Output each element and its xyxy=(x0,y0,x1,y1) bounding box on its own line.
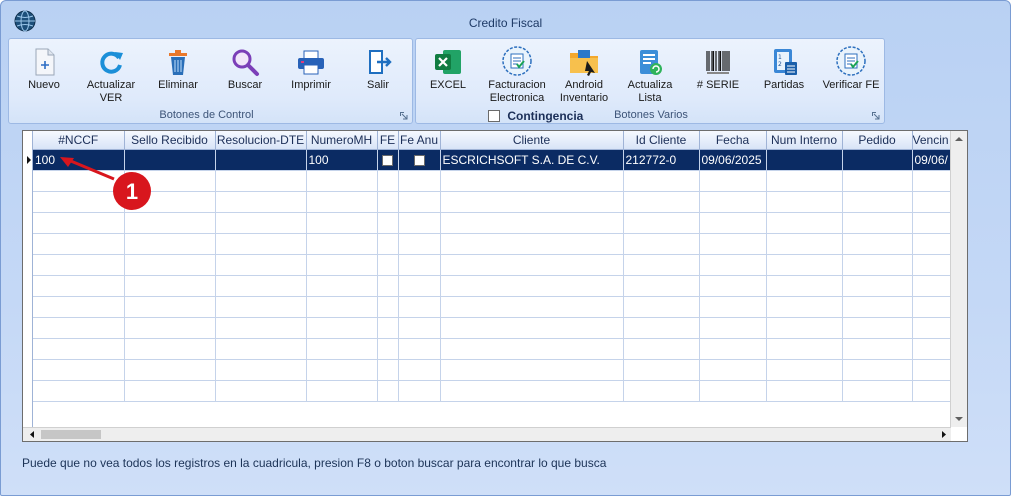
contingencia-checkbox-box[interactable] xyxy=(488,109,500,122)
fe-anu-checkbox[interactable] xyxy=(413,154,425,166)
table-row-empty[interactable] xyxy=(33,254,951,276)
col-header-id-cliente[interactable]: Id Cliente xyxy=(623,131,700,150)
verificar-fe-button[interactable]: Verificar FE xyxy=(818,45,884,92)
excel-icon xyxy=(435,50,461,74)
electronic-verify-badge-icon xyxy=(836,46,866,76)
col-header-nccf[interactable]: #NCCF xyxy=(33,131,125,150)
actualiza-lista-button[interactable]: Actualiza Lista xyxy=(622,47,678,105)
android-inventario-label: Android Inventario xyxy=(559,79,609,104)
table-row-empty[interactable] xyxy=(33,338,951,360)
actualiza-lista-label: Actualiza Lista xyxy=(627,79,673,104)
contingencia-label: Contingencia xyxy=(507,108,584,123)
svg-text:1: 1 xyxy=(778,54,782,61)
ledger-calculator-icon: 1 2 xyxy=(774,49,797,75)
grid-header-row: #NCCF Sello Recibido Resolucion-DTE Nume… xyxy=(33,131,951,150)
actualizar-button[interactable]: Actualizar VER xyxy=(81,47,141,105)
title-bar: Credito Fiscal xyxy=(1,1,1010,33)
trash-icon xyxy=(169,50,187,75)
col-header-cliente[interactable]: Cliente xyxy=(440,131,624,150)
printer-icon xyxy=(298,50,324,75)
salir-label: Salir xyxy=(366,79,389,91)
cell-resolucion-dte[interactable] xyxy=(215,149,307,171)
cell-num-interno[interactable] xyxy=(766,149,843,171)
barcode-icon xyxy=(706,51,730,74)
row-selector-column[interactable] xyxy=(23,131,33,429)
scroll-up-arrow-icon[interactable] xyxy=(951,131,967,147)
facturacion-button[interactable]: Facturacion Electronica xyxy=(484,45,550,105)
list-refresh-icon xyxy=(640,50,662,75)
control-buttons-group: Nuevo Actualizar VER Eliminar Buscar Imp… xyxy=(8,38,413,124)
cell-cliente[interactable]: ESCRICHSOFT S.A. DE C.V. xyxy=(440,149,624,171)
horizontal-scrollbar[interactable] xyxy=(23,427,951,441)
facturacion-label: Facturacion Electronica xyxy=(488,79,546,104)
imprimir-button[interactable]: Imprimir xyxy=(285,47,337,92)
col-header-numeromh[interactable]: NumeroMH xyxy=(306,131,378,150)
col-header-fecha[interactable]: Fecha xyxy=(699,131,767,150)
verificar-fe-label: Verificar FE xyxy=(822,79,880,91)
group-launcher-icon[interactable] xyxy=(872,112,880,120)
eliminar-button[interactable]: Eliminar xyxy=(153,47,203,92)
misc-buttons-group: EXCEL Facturacion Electronica Android In… xyxy=(415,38,885,124)
cell-fe[interactable] xyxy=(377,149,399,171)
col-header-fe-anu[interactable]: Fe Anu xyxy=(398,131,441,150)
vertical-scrollbar[interactable] xyxy=(950,131,967,427)
new-document-icon xyxy=(35,48,55,76)
nuevo-button[interactable]: Nuevo xyxy=(19,47,69,92)
window-title: Credito Fiscal xyxy=(468,16,543,30)
col-header-pedido[interactable]: Pedido xyxy=(842,131,913,150)
partidas-button[interactable]: 1 2 Partidas xyxy=(756,47,812,92)
electronic-invoice-badge-icon xyxy=(502,46,532,76)
fe-checkbox[interactable] xyxy=(382,154,393,166)
callout-number: 1 xyxy=(126,179,138,204)
partidas-label: Partidas xyxy=(763,79,805,91)
table-row-empty[interactable] xyxy=(33,296,951,318)
status-hint: Puede que no vea todos los registros en … xyxy=(22,456,607,470)
col-header-resolucion-dte[interactable]: Resolucion-DTE xyxy=(215,131,307,150)
nuevo-label: Nuevo xyxy=(28,79,60,91)
horizontal-scroll-thumb[interactable] xyxy=(41,430,101,439)
scroll-left-arrow-icon[interactable] xyxy=(25,428,39,441)
col-header-vencimiento[interactable]: Vencin xyxy=(912,131,951,150)
serie-label: # SERIE xyxy=(696,79,740,91)
serie-button[interactable]: # SERIE xyxy=(690,47,746,92)
android-inventario-button[interactable]: Android Inventario xyxy=(556,47,612,105)
col-header-fe[interactable]: FE xyxy=(377,131,399,150)
eliminar-label: Eliminar xyxy=(158,79,198,91)
folder-arrow-icon xyxy=(570,50,598,76)
scroll-down-arrow-icon[interactable] xyxy=(951,411,967,427)
exit-door-icon xyxy=(369,50,392,74)
control-group-label: Botones de Control xyxy=(159,109,254,121)
buscar-button[interactable]: Buscar xyxy=(219,47,271,92)
table-row-empty[interactable] xyxy=(33,359,951,381)
cell-fecha[interactable]: 09/06/2025 xyxy=(699,149,767,171)
credito-fiscal-window: Credito Fiscal Nuevo Actualizar VER Elim… xyxy=(0,0,1011,496)
group-launcher-icon[interactable] xyxy=(400,112,408,120)
scroll-right-arrow-icon[interactable] xyxy=(937,428,951,441)
excel-button[interactable]: EXCEL xyxy=(422,47,474,92)
cell-vencimiento[interactable]: 09/06/ xyxy=(912,149,951,171)
imprimir-label: Imprimir xyxy=(291,79,331,91)
misc-group-label: Botones Varios xyxy=(614,109,688,121)
cell-id-cliente[interactable]: 212772-0 xyxy=(623,149,700,171)
table-row-empty[interactable] xyxy=(33,275,951,297)
cell-numeromh[interactable]: 100 xyxy=(306,149,378,171)
excel-label: EXCEL xyxy=(429,79,467,91)
cell-fe-anu[interactable] xyxy=(398,149,441,171)
cell-pedido[interactable] xyxy=(842,149,913,171)
contingencia-checkbox[interactable]: Contingencia xyxy=(488,108,583,123)
svg-text:2: 2 xyxy=(778,61,782,68)
col-header-num-interno[interactable]: Num Interno xyxy=(766,131,843,150)
actualizar-label: Actualizar VER xyxy=(86,79,136,104)
buscar-label: Buscar xyxy=(227,79,263,91)
callout-annotation: 1 xyxy=(60,157,151,210)
table-row-empty[interactable] xyxy=(33,233,951,255)
col-header-sello-recibido[interactable]: Sello Recibido xyxy=(124,131,216,150)
table-row-empty[interactable] xyxy=(33,380,951,402)
table-row-empty[interactable] xyxy=(33,317,951,339)
refresh-icon xyxy=(100,51,123,74)
search-icon xyxy=(232,49,259,76)
salir-button[interactable]: Salir xyxy=(355,47,401,92)
